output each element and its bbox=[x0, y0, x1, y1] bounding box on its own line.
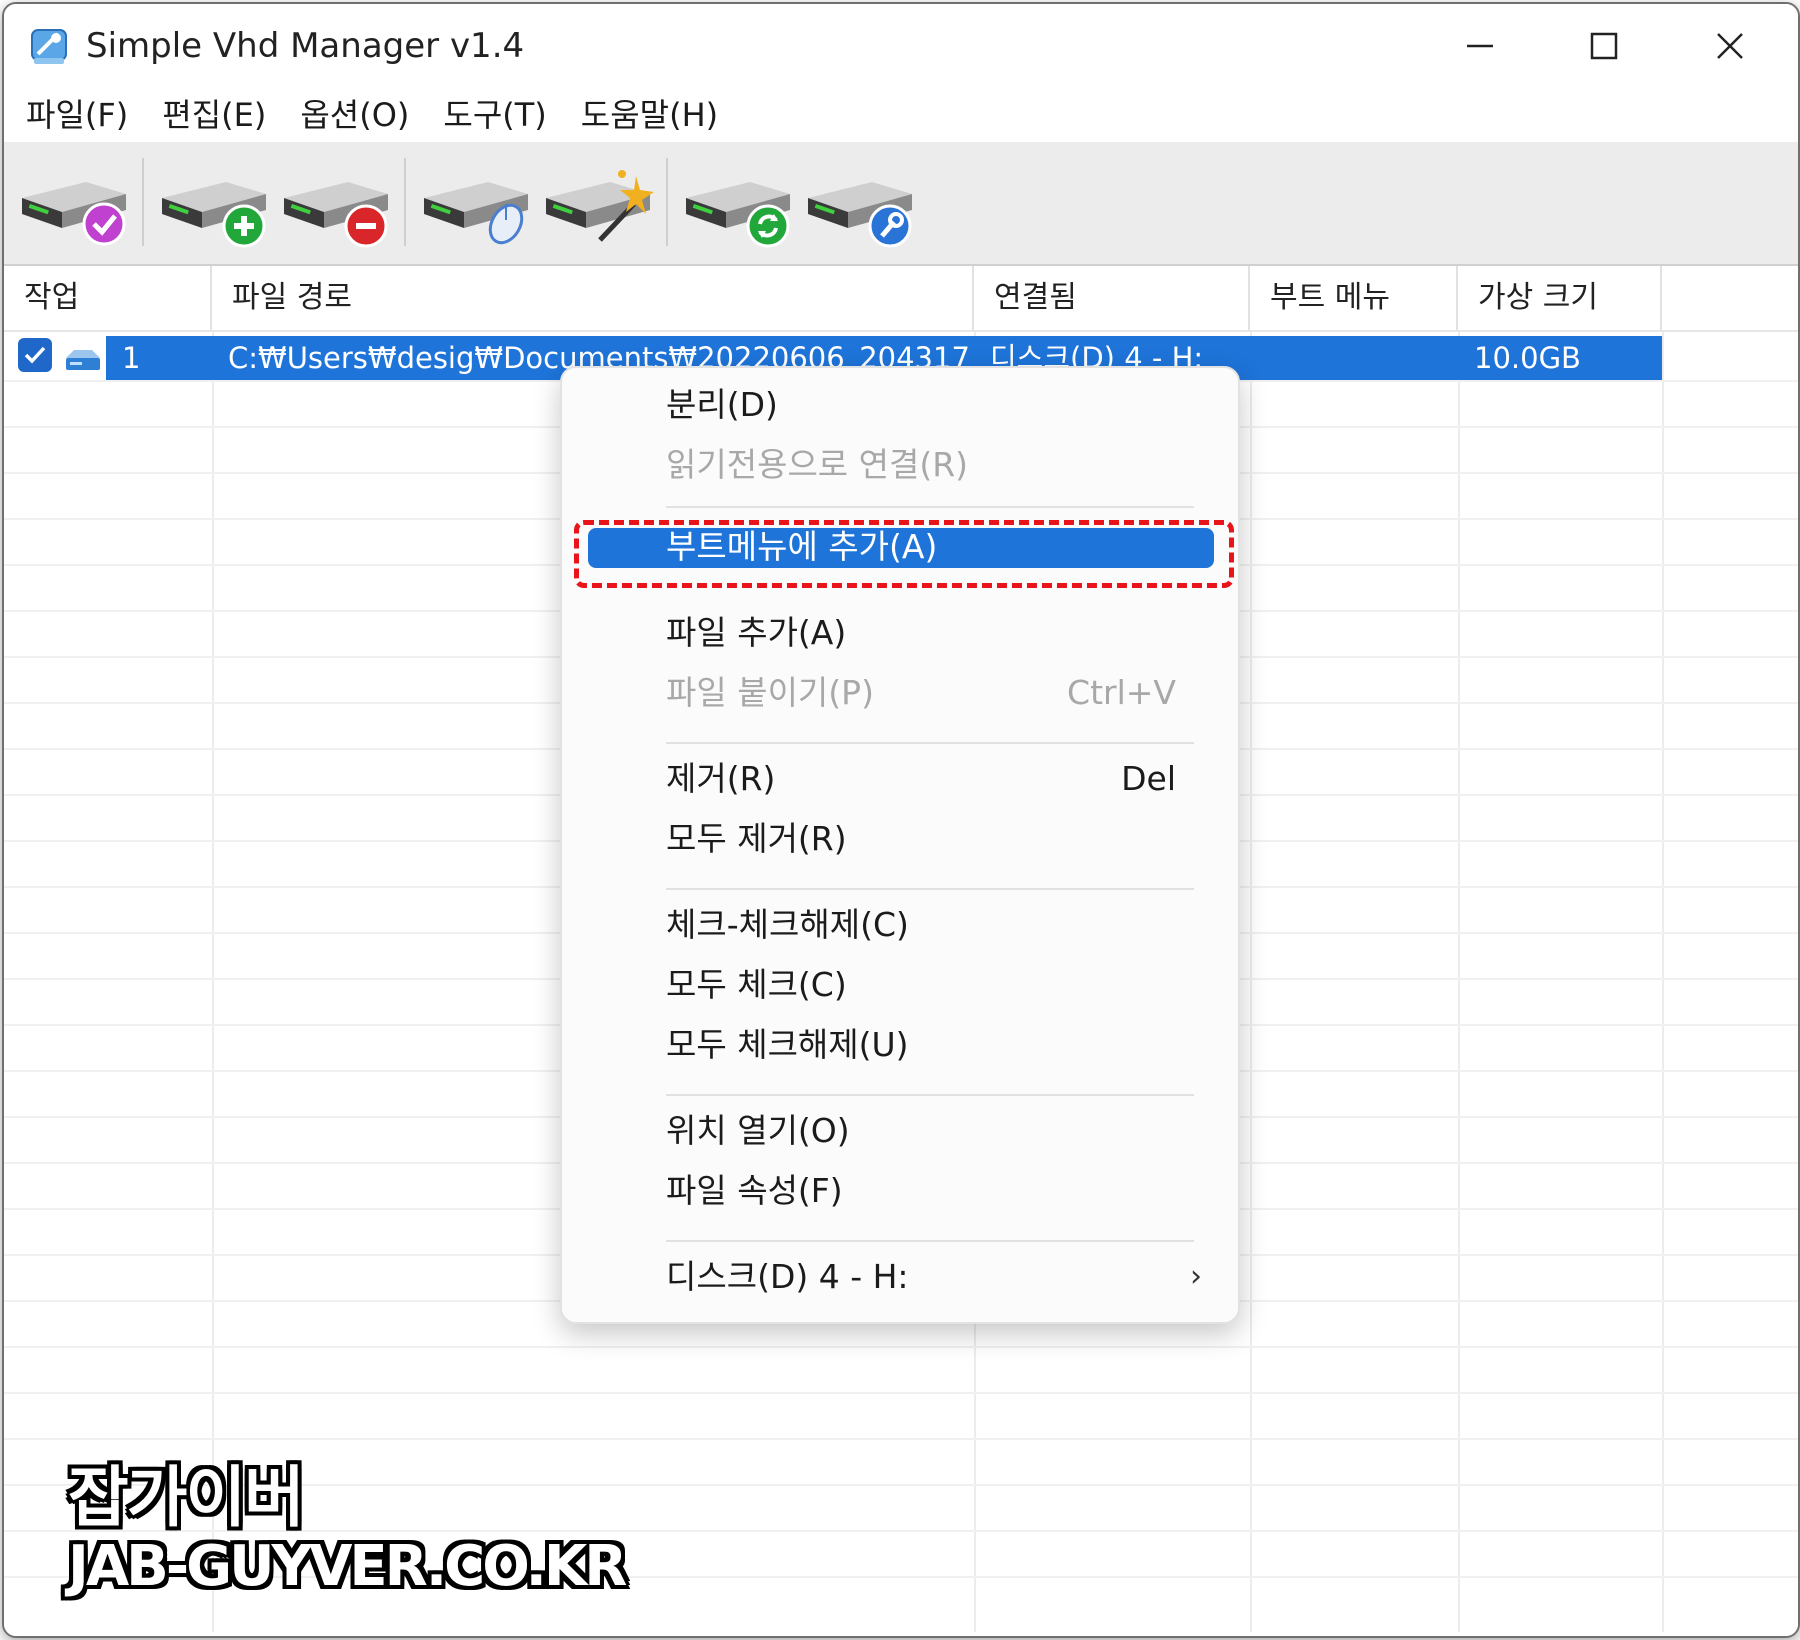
menu-separator bbox=[666, 1240, 1194, 1242]
context-menu: 분리(D) 읽기전용으로 연결(R) 부트메뉴에 추가(A) 파일 추가(A) … bbox=[560, 366, 1240, 1324]
refresh-button[interactable] bbox=[680, 154, 796, 254]
column-divider bbox=[1662, 332, 1664, 1632]
settings-button[interactable] bbox=[802, 154, 918, 254]
column-header-size[interactable]: 가상 크기 bbox=[1458, 266, 1662, 330]
drive-wrench-icon bbox=[808, 182, 912, 248]
drive-check-icon bbox=[22, 182, 126, 246]
toolbar-separator bbox=[666, 158, 668, 246]
watermark-title: 잡가이버 bbox=[68, 1459, 305, 1536]
menu-item-open-location[interactable]: 위치 열기(O) bbox=[666, 1106, 850, 1156]
menu-item-add-file[interactable]: 파일 추가(A) bbox=[666, 608, 846, 658]
minimize-button[interactable] bbox=[1430, 14, 1530, 78]
drive-add-icon bbox=[162, 182, 266, 248]
close-button[interactable] bbox=[1680, 14, 1780, 78]
menu-separator bbox=[666, 1094, 1194, 1096]
menu-file[interactable]: 파일(F) bbox=[22, 90, 148, 140]
header-divider bbox=[4, 330, 1798, 332]
minimize-icon bbox=[1467, 44, 1493, 48]
menu-item-paste-file: 파일 붙이기(P) bbox=[666, 673, 874, 712]
toolbar bbox=[4, 142, 1798, 266]
row-divider bbox=[4, 1438, 1798, 1440]
menu-item-uncheck-all[interactable]: 모두 체크해제(U) bbox=[666, 1020, 909, 1070]
remove-vhd-button[interactable] bbox=[278, 154, 394, 254]
menu-item-remove-all[interactable]: 모두 제거(R) bbox=[666, 814, 847, 864]
column-divider bbox=[1250, 332, 1252, 1632]
menu-separator bbox=[666, 888, 1194, 890]
app-window: Simple Vhd Manager v1.4 파일(F) 편집(E) 옵션(O… bbox=[2, 2, 1800, 1638]
column-header-path[interactable]: 파일 경로 bbox=[212, 266, 974, 330]
menu-tools[interactable]: 도구(T) bbox=[439, 90, 566, 140]
menu-item-detach[interactable]: 분리(D) bbox=[666, 380, 778, 430]
chevron-right-icon: › bbox=[1190, 1259, 1202, 1294]
column-header-connected[interactable]: 연결됨 bbox=[974, 266, 1250, 330]
title-bar: Simple Vhd Manager v1.4 bbox=[4, 4, 1798, 90]
select-vhd-button[interactable] bbox=[418, 154, 534, 254]
row-divider bbox=[4, 1346, 1798, 1348]
maximize-button[interactable] bbox=[1554, 14, 1654, 78]
menu-edit[interactable]: 편집(E) bbox=[158, 90, 286, 140]
attach-checked-button[interactable] bbox=[16, 154, 132, 254]
column-divider bbox=[212, 332, 214, 1632]
window-title: Simple Vhd Manager v1.4 bbox=[86, 26, 525, 66]
toolbar-separator bbox=[142, 158, 144, 246]
column-header-boot-menu[interactable]: 부트 메뉴 bbox=[1250, 266, 1458, 330]
drive-wand-icon bbox=[546, 170, 654, 242]
menu-separator bbox=[666, 742, 1194, 744]
app-icon bbox=[31, 29, 67, 64]
menu-item-check-all[interactable]: 모두 체크(C) bbox=[666, 960, 847, 1010]
annotation-highlight-box bbox=[574, 520, 1234, 588]
close-icon bbox=[1717, 33, 1743, 59]
cell-task: 1 bbox=[122, 341, 141, 375]
watermark-url: JAB-GUYVER.CO.KR bbox=[68, 1534, 627, 1599]
shortcut-remove: Del bbox=[1121, 759, 1176, 798]
drive-icon bbox=[66, 350, 100, 370]
create-vhd-button[interactable] bbox=[540, 154, 656, 254]
shortcut-paste: Ctrl+V bbox=[1067, 673, 1176, 712]
menu-item-disk-submenu[interactable]: 디스크(D) 4 - H: bbox=[666, 1252, 909, 1302]
row-divider bbox=[4, 1392, 1798, 1394]
checkmark-icon bbox=[24, 346, 46, 364]
cell-boot-menu bbox=[1252, 336, 1456, 380]
maximize-icon bbox=[1590, 32, 1618, 60]
add-vhd-button[interactable] bbox=[156, 154, 272, 254]
drive-mouse-icon bbox=[424, 182, 528, 245]
drive-remove-icon bbox=[284, 182, 388, 248]
menu-options[interactable]: 옵션(O) bbox=[296, 90, 429, 140]
menu-item-file-properties[interactable]: 파일 속성(F) bbox=[666, 1166, 843, 1216]
toolbar-separator bbox=[404, 158, 406, 246]
column-header-task[interactable]: 작업 bbox=[4, 266, 212, 330]
menu-item-remove[interactable]: 제거(R) bbox=[666, 754, 775, 804]
row-checkbox[interactable] bbox=[18, 338, 52, 372]
menu-bar: 파일(F) 편집(E) 옵션(O) 도구(T) 도움말(H) bbox=[4, 90, 1798, 140]
column-divider bbox=[1458, 332, 1460, 1632]
drive-refresh-icon bbox=[686, 182, 790, 248]
cell-size: 10.0GB bbox=[1474, 341, 1581, 375]
menu-help[interactable]: 도움말(H) bbox=[577, 90, 738, 140]
menu-item-attach-readonly: 읽기전용으로 연결(R) bbox=[666, 445, 969, 484]
menu-separator bbox=[666, 506, 1194, 508]
menu-item-toggle-check[interactable]: 체크-체크해제(C) bbox=[666, 900, 909, 950]
